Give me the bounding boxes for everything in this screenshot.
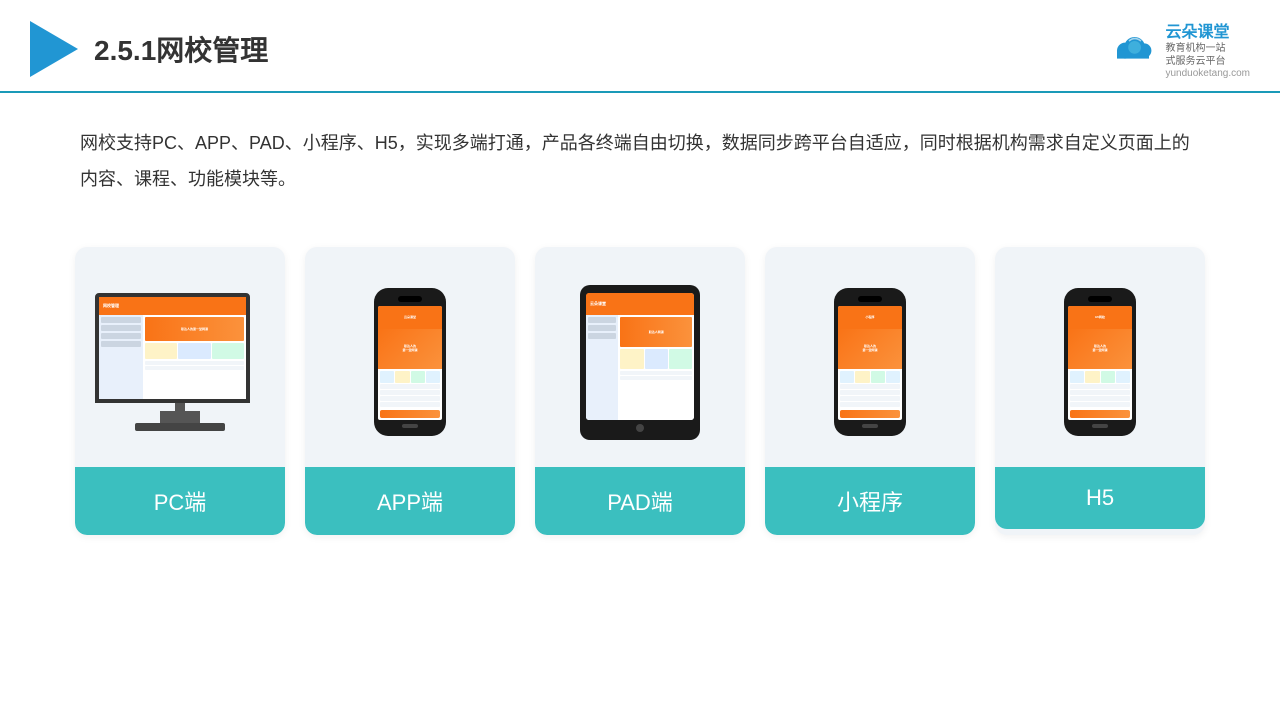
page-header: 2.5.1网校管理 云朵课堂 教育机构一站 式服务云平台 yunduoketan… bbox=[0, 0, 1280, 93]
h5-image-area: H5网校 职达人的 第一堂网课 bbox=[995, 247, 1205, 467]
phone-home-btn bbox=[402, 424, 418, 428]
pc-screen-content: 网校管理 职达人的第一堂网课 bbox=[99, 297, 246, 399]
description-text: 网校支持PC、APP、PAD、小程序、H5，实现多端打通，产品各终端自由切换，数… bbox=[0, 93, 1280, 217]
cloud-svg-icon bbox=[1109, 33, 1157, 65]
pc-mockup: 网校管理 职达人的第一堂网课 bbox=[95, 293, 265, 431]
h5-home-btn bbox=[1092, 424, 1108, 428]
pad-tablet-screen: 云朵课堂 职达人网课 bbox=[586, 293, 694, 420]
description-paragraph: 网校支持PC、APP、PAD、小程序、H5，实现多端打通，产品各终端自由切换，数… bbox=[80, 125, 1200, 197]
h5-phone-mockup: H5网校 职达人的 第一堂网课 bbox=[1064, 288, 1136, 436]
logo-triangle-icon bbox=[30, 21, 78, 77]
app-image-area: 云朵课堂 职达人的 第一堂网课 bbox=[305, 247, 515, 467]
phone-notch bbox=[398, 296, 422, 302]
pc-label: PC端 bbox=[75, 467, 285, 535]
miniapp-label: 小程序 bbox=[765, 467, 975, 535]
miniapp-image-area: 小程序 职达人的 第一堂网课 bbox=[765, 247, 975, 467]
header-left: 2.5.1网校管理 bbox=[30, 21, 268, 77]
brand-url: yunduoketang.com bbox=[1165, 68, 1250, 79]
brand-name: 云朵课堂 bbox=[1165, 18, 1250, 42]
pc-stand-base bbox=[135, 423, 225, 431]
pad-image-area: 云朵课堂 职达人网课 bbox=[535, 247, 745, 467]
app-label: APP端 bbox=[305, 467, 515, 535]
pc-stand-neck bbox=[175, 403, 185, 411]
header-right: 云朵课堂 教育机构一站 式服务云平台 yunduoketang.com bbox=[1109, 18, 1250, 79]
pc-sim-sidebar bbox=[99, 315, 143, 399]
miniapp-phone-mockup: 小程序 职达人的 第一堂网课 bbox=[834, 288, 906, 436]
brand-slogan2: 式服务云平台 bbox=[1165, 55, 1250, 68]
pc-sim-header: 网校管理 bbox=[99, 297, 246, 315]
miniapp-notch bbox=[858, 296, 882, 302]
pc-card: 网校管理 职达人的第一堂网课 bbox=[75, 247, 285, 535]
miniapp-card: 小程序 职达人的 第一堂网课 bbox=[765, 247, 975, 535]
brand-logo bbox=[1109, 33, 1157, 65]
page-title: 2.5.1网校管理 bbox=[94, 29, 268, 69]
pad-tablet-mockup: 云朵课堂 职达人网课 bbox=[580, 285, 700, 440]
cards-container: 网校管理 职达人的第一堂网课 bbox=[0, 227, 1280, 555]
pc-sim-main: 职达人的第一堂网课 bbox=[143, 315, 246, 399]
pc-image-area: 网校管理 职达人的第一堂网课 bbox=[75, 247, 285, 467]
pc-sim-body: 职达人的第一堂网课 bbox=[99, 315, 246, 399]
app-card: 云朵课堂 职达人的 第一堂网课 bbox=[305, 247, 515, 535]
h5-notch bbox=[1088, 296, 1112, 302]
pad-card: 云朵课堂 职达人网课 bbox=[535, 247, 745, 535]
app-phone-screen: 云朵课堂 职达人的 第一堂网课 bbox=[378, 306, 442, 420]
h5-label: H5 bbox=[995, 467, 1205, 529]
app-phone-mockup: 云朵课堂 职达人的 第一堂网课 bbox=[374, 288, 446, 436]
brand-slogan: 教育机构一站 bbox=[1165, 42, 1250, 55]
miniapp-home-btn bbox=[862, 424, 878, 428]
pc-screen: 网校管理 职达人的第一堂网课 bbox=[95, 293, 250, 403]
miniapp-phone-screen: 小程序 职达人的 第一堂网课 bbox=[838, 306, 902, 420]
h5-phone-screen: H5网校 职达人的 第一堂网课 bbox=[1068, 306, 1132, 420]
tablet-home-dot bbox=[636, 424, 644, 432]
h5-card: H5网校 职达人的 第一堂网课 bbox=[995, 247, 1205, 535]
pc-stand-base-top bbox=[160, 411, 200, 423]
pad-label: PAD端 bbox=[535, 467, 745, 535]
brand-info: 云朵课堂 教育机构一站 式服务云平台 yunduoketang.com bbox=[1165, 18, 1250, 79]
